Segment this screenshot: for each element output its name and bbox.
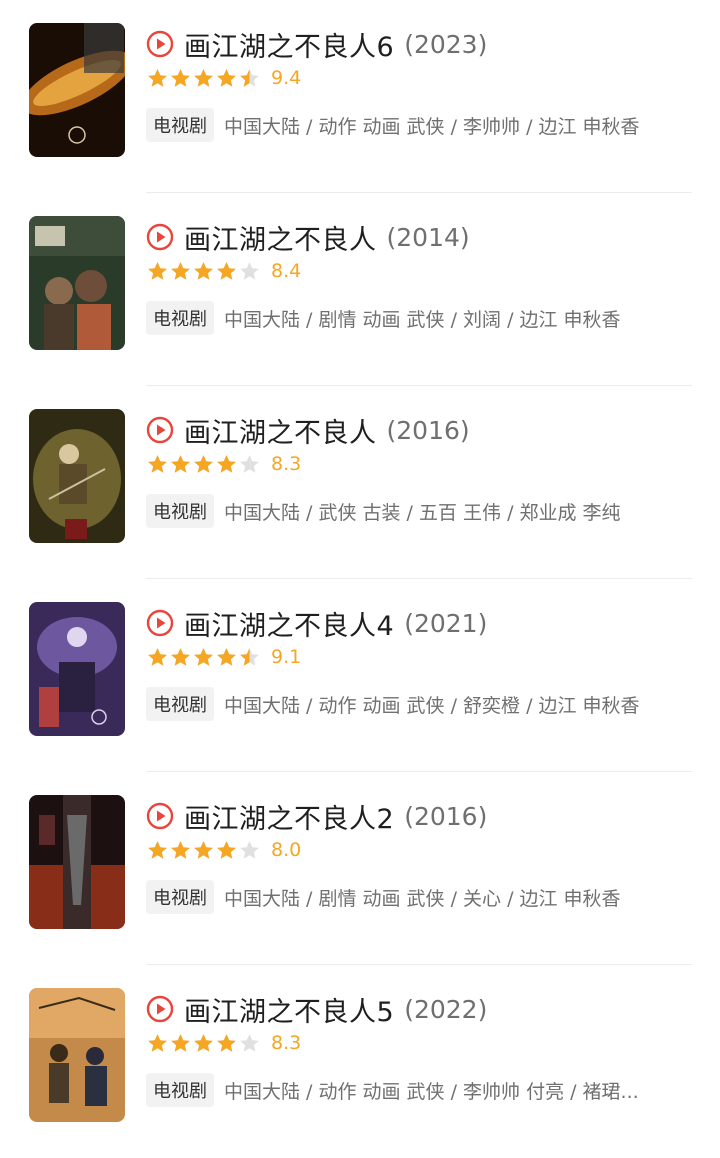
poster-thumbnail[interactable] [29, 988, 125, 1122]
star-rating [146, 67, 261, 90]
star-full-icon [171, 647, 190, 666]
star-empty-icon [240, 1033, 259, 1052]
star-half-icon [240, 647, 259, 666]
star-full-icon [171, 261, 190, 280]
item-meta: 中国大陆 / 剧情 动画 武侠 / 刘阔 / 边江 申秋香 [224, 308, 621, 331]
category-tag: 电视剧 [146, 1073, 214, 1107]
play-circle-icon[interactable] [146, 802, 174, 830]
rating-score: 8.0 [271, 839, 302, 861]
play-circle-icon[interactable] [146, 30, 174, 58]
list-item[interactable]: 画江湖之不良人4 (2021) 9.1 电视剧 中国大陆 / 动作 动画 武侠 … [0, 579, 720, 772]
item-year: (2021) [404, 608, 488, 638]
item-title[interactable]: 画江湖之不良人 [184, 218, 377, 257]
category-tag: 电视剧 [146, 108, 214, 142]
item-meta: 中国大陆 / 剧情 动画 武侠 / 关心 / 边江 申秋香 [224, 887, 621, 910]
item-title[interactable]: 画江湖之不良人 [184, 411, 377, 450]
star-rating [146, 646, 261, 669]
category-tag: 电视剧 [146, 880, 214, 914]
category-tag: 电视剧 [146, 494, 214, 528]
star-full-icon [194, 261, 213, 280]
star-full-icon [148, 68, 167, 87]
rating-score: 8.3 [271, 1032, 302, 1054]
star-full-icon [148, 1033, 167, 1052]
star-full-icon [194, 840, 213, 859]
star-empty-icon [240, 261, 259, 280]
star-full-icon [217, 840, 236, 859]
star-rating [146, 1032, 261, 1055]
item-meta: 中国大陆 / 动作 动画 武侠 / 李帅帅 付亮 / 褚珺... [224, 1080, 639, 1103]
item-title[interactable]: 画江湖之不良人6 [184, 25, 394, 64]
star-full-icon [194, 1033, 213, 1052]
item-year: (2023) [404, 29, 488, 59]
star-full-icon [217, 454, 236, 473]
star-half-icon [240, 68, 259, 87]
item-meta: 中国大陆 / 动作 动画 武侠 / 李帅帅 / 边江 申秋香 [224, 115, 640, 138]
star-full-icon [171, 454, 190, 473]
item-meta: 中国大陆 / 动作 动画 武侠 / 舒奕橙 / 边江 申秋香 [224, 694, 640, 717]
rating-score: 8.4 [271, 260, 302, 282]
star-rating [146, 260, 261, 283]
list-item[interactable]: 画江湖之不良人2 (2016) 8.0 电视剧 中国大陆 / 剧情 动画 武侠 … [0, 772, 720, 965]
star-full-icon [217, 1033, 236, 1052]
play-circle-icon[interactable] [146, 223, 174, 251]
rating-score: 9.4 [271, 67, 302, 89]
star-rating [146, 839, 261, 862]
poster-thumbnail[interactable] [29, 216, 125, 350]
item-title[interactable]: 画江湖之不良人5 [184, 990, 394, 1029]
list-item[interactable]: 画江湖之不良人 (2014) 8.4 电视剧 中国大陆 / 剧情 动画 武侠 /… [0, 193, 720, 386]
item-year: (2014) [386, 222, 470, 252]
star-full-icon [148, 454, 167, 473]
item-meta: 中国大陆 / 武侠 古装 / 五百 王伟 / 郑业成 李纯 [224, 501, 621, 524]
star-full-icon [194, 68, 213, 87]
play-circle-icon[interactable] [146, 416, 174, 444]
play-circle-icon[interactable] [146, 995, 174, 1023]
star-full-icon [217, 261, 236, 280]
star-full-icon [148, 647, 167, 666]
item-year: (2016) [404, 801, 488, 831]
star-full-icon [148, 261, 167, 280]
search-result-list: 画江湖之不良人6 (2023) 9.4 电视剧 中国大陆 / 动作 动画 武侠 … [0, 0, 720, 1158]
star-empty-icon [240, 840, 259, 859]
category-tag: 电视剧 [146, 301, 214, 335]
poster-thumbnail[interactable] [29, 795, 125, 929]
item-year: (2022) [404, 994, 488, 1024]
rating-score: 8.3 [271, 453, 302, 475]
item-title[interactable]: 画江湖之不良人2 [184, 797, 394, 836]
poster-thumbnail[interactable] [29, 23, 125, 157]
star-full-icon [194, 454, 213, 473]
star-empty-icon [240, 454, 259, 473]
list-item[interactable]: 画江湖之不良人 (2016) 8.3 电视剧 中国大陆 / 武侠 古装 / 五百… [0, 386, 720, 579]
category-tag: 电视剧 [146, 687, 214, 721]
item-title[interactable]: 画江湖之不良人4 [184, 604, 394, 643]
star-full-icon [148, 840, 167, 859]
star-rating [146, 453, 261, 476]
star-full-icon [171, 840, 190, 859]
star-full-icon [171, 68, 190, 87]
list-item[interactable]: 画江湖之不良人6 (2023) 9.4 电视剧 中国大陆 / 动作 动画 武侠 … [0, 0, 720, 193]
rating-score: 9.1 [271, 646, 302, 668]
item-year: (2016) [386, 415, 470, 445]
play-circle-icon[interactable] [146, 609, 174, 637]
star-full-icon [171, 1033, 190, 1052]
poster-thumbnail[interactable] [29, 602, 125, 736]
star-full-icon [194, 647, 213, 666]
star-full-icon [217, 68, 236, 87]
list-item[interactable]: 画江湖之不良人5 (2022) 8.3 电视剧 中国大陆 / 动作 动画 武侠 … [0, 965, 720, 1158]
poster-thumbnail[interactable] [29, 409, 125, 543]
star-full-icon [217, 647, 236, 666]
